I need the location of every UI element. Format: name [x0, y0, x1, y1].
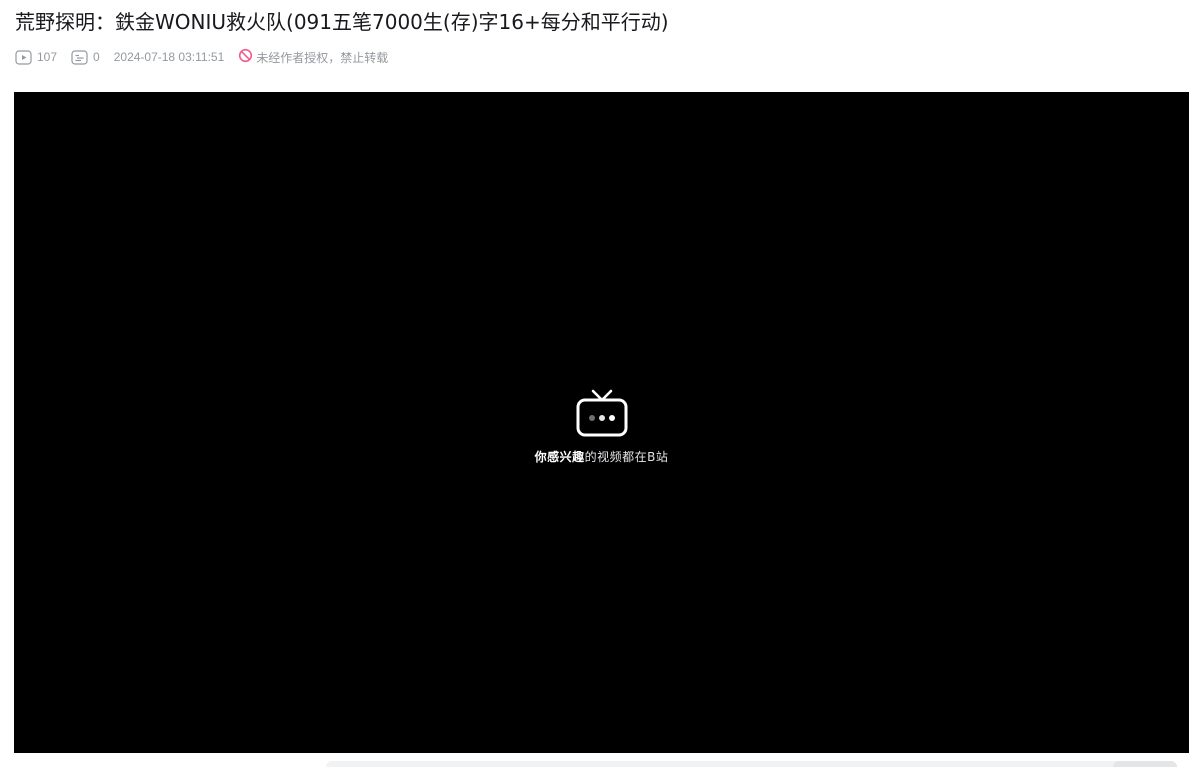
slogan-rest: 的视频都在B站: [584, 450, 669, 464]
play-icon: [15, 49, 37, 66]
play-count: 107: [15, 49, 57, 66]
danmaku-icon: [71, 49, 93, 66]
play-count-value: 107: [37, 50, 58, 64]
copyright-notice-text: 未经作者授权，禁止转载: [256, 50, 389, 65]
send-danmaku-button[interactable]: [1113, 761, 1177, 767]
no-entry-icon: [238, 48, 256, 66]
danmaku-count: 0: [71, 49, 100, 66]
publish-time: 2024-07-18 03:11:51: [113, 50, 225, 64]
player-slogan: 你感兴趣的视频都在B站: [535, 448, 669, 465]
slogan-strong: 你感兴趣: [534, 450, 585, 464]
video-info-bar: 107 0 2024-07-18 03:11:51 未经作者授权，禁止转载: [15, 47, 388, 67]
video-title: 荒野探明：鉄金WONIU救火队(091五笔7000生(存)字16+每分和平行动): [15, 10, 669, 34]
bilibili-tv-icon: [575, 388, 629, 438]
video-page: 荒野探明：鉄金WONIU救火队(091五笔7000生(存)字16+每分和平行动)…: [0, 0, 1199, 767]
player-placeholder: 你感兴趣的视频都在B站: [14, 388, 1189, 465]
copyright-notice: 未经作者授权，禁止转载: [238, 48, 388, 66]
danmaku-input-bar[interactable]: [326, 761, 1177, 767]
video-player[interactable]: 你感兴趣的视频都在B站: [14, 92, 1189, 753]
danmaku-count-value: 0: [93, 50, 100, 64]
